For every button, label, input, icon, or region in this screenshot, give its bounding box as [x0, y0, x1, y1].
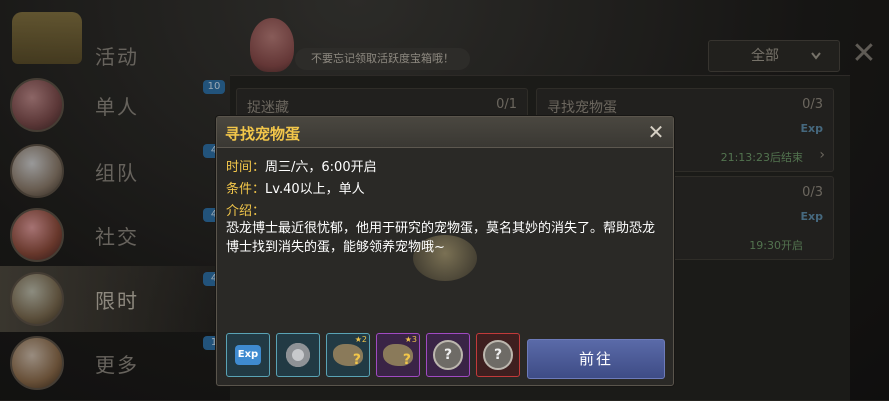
- time-key: 时间：: [226, 160, 266, 175]
- star-badge: ★2: [354, 335, 367, 344]
- reward-slot[interactable]: Exp: [226, 333, 270, 377]
- pet-egg-icon: ?: [333, 344, 363, 368]
- reward-slot[interactable]: ?: [426, 333, 470, 377]
- time-value: 周三/六，6:00开启: [265, 160, 377, 175]
- activity-detail-modal: 寻找宠物蛋 ✕ 时间：周三/六，6:00开启 条件：Lv.40以上，单人 介绍：…: [216, 116, 674, 386]
- reward-slot[interactable]: ★3 ?: [376, 333, 420, 377]
- description-text: 恐龙博士最近很忧郁，他用于研究的宠物蛋，莫名其妙的消失了。帮助恐龙博士找到消失的…: [226, 221, 656, 255]
- intro-key: 介绍：: [226, 204, 266, 219]
- pet-egg-icon: ?: [383, 344, 413, 368]
- exp-icon: Exp: [235, 345, 261, 365]
- star-badge: ★3: [404, 335, 417, 344]
- reward-slot[interactable]: [276, 333, 320, 377]
- condition-value: Lv.40以上，单人: [265, 182, 365, 197]
- modal-header: 寻找宠物蛋 ✕: [217, 117, 673, 148]
- close-icon[interactable]: ✕: [645, 121, 667, 143]
- go-button[interactable]: 前往: [527, 339, 665, 379]
- question-coin-icon: ?: [433, 340, 463, 370]
- condition-row: 条件：Lv.40以上，单人: [226, 178, 365, 197]
- modal-title: 寻找宠物蛋: [225, 125, 301, 143]
- nut-icon: [286, 343, 310, 367]
- time-row: 时间：周三/六，6:00开启: [226, 156, 377, 175]
- intro-row: 介绍：: [226, 200, 265, 219]
- reward-slot[interactable]: ?: [476, 333, 520, 377]
- condition-key: 条件：: [226, 182, 266, 197]
- question-coin-icon: ?: [483, 340, 513, 370]
- reward-slot[interactable]: ★2 ?: [326, 333, 370, 377]
